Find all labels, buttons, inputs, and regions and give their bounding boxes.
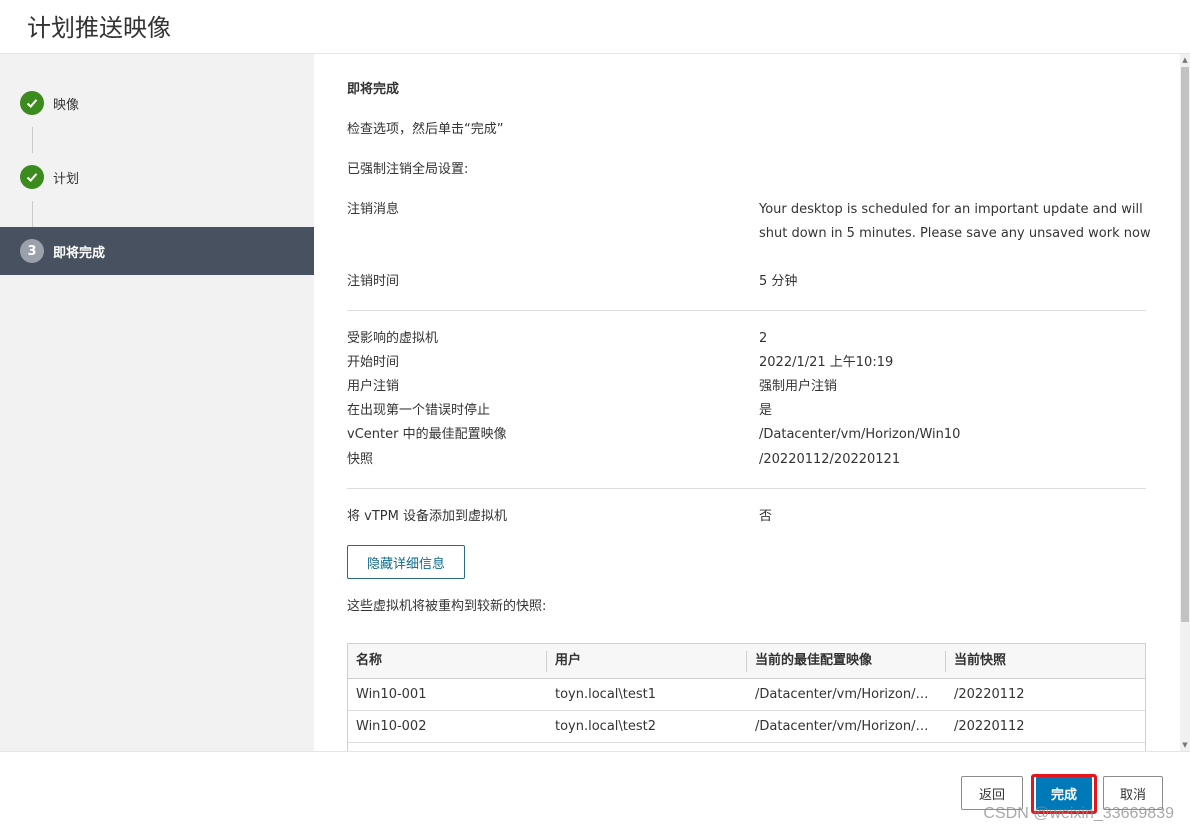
step-complete-check-icon <box>20 165 44 189</box>
stop-on-error-label: 在出现第一个错误时停止 <box>347 403 491 418</box>
snapshot-value: /20220112/20220121 <box>759 452 901 467</box>
cell-name: Win10-001 <box>356 687 427 702</box>
scrollbar-thumb[interactable] <box>1181 67 1189 622</box>
table-header: 名称 用户 当前的最佳配置映像 当前快照 <box>348 644 1145 679</box>
cell-golden-image: /Datacenter/vm/Horizon/Win10 <box>755 719 937 734</box>
dialog-footer: 返回 完成 取消 CSDN @weixin_33669839 <box>0 751 1190 831</box>
column-header-golden-image[interactable]: 当前的最佳配置映像 <box>747 644 946 679</box>
logoff-time-label: 注销时间 <box>347 274 400 289</box>
logoff-message-value: Your desktop is scheduled for an importa… <box>759 202 1151 241</box>
step-label: 计划 <box>53 172 80 187</box>
step-image[interactable]: 映像 <box>0 79 314 127</box>
cell-snapshot: /20220112 <box>954 719 1025 734</box>
section-heading: 即将完成 <box>347 82 400 97</box>
cell-user: toyn.local\test1 <box>555 687 657 702</box>
step-connector <box>32 127 33 153</box>
scroll-up-arrow-icon[interactable]: ▲ <box>1180 54 1190 66</box>
dialog-title: 计划推送映像 <box>27 14 171 42</box>
wizard-steps: 映像 计划 3 即将完成 <box>0 54 314 751</box>
cell-snapshot: /20220112 <box>954 687 1025 702</box>
column-header-name[interactable]: 名称 <box>348 644 547 679</box>
divider <box>347 310 1146 311</box>
stop-on-error-value: 是 <box>759 403 773 418</box>
instruction-text: 检查选项，然后单击“完成” <box>347 122 504 137</box>
snapshot-label: 快照 <box>347 452 374 467</box>
hide-details-button[interactable]: 隐藏详细信息 <box>347 545 465 579</box>
user-logoff-value: 强制用户注销 <box>759 379 838 394</box>
table-row[interactable]: Win10-002 toyn.local\test2 /Datacenter/v… <box>348 711 1145 743</box>
table-row[interactable]: Win10-001 toyn.local\test1 /Datacenter/v… <box>348 679 1145 711</box>
step-label: 即将完成 <box>53 246 106 261</box>
vm-table: 名称 用户 当前的最佳配置映像 当前快照 Win10-001 toyn.loca… <box>347 643 1146 751</box>
step-ready-to-complete[interactable]: 3 即将完成 <box>0 227 314 275</box>
golden-image-value: /Datacenter/vm/Horizon/Win10 <box>759 427 961 442</box>
cell-golden-image: /Datacenter/vm/Horizon/Win10 <box>755 687 937 702</box>
step-label: 映像 <box>53 98 80 113</box>
affected-vms-label: 受影响的虚拟机 <box>347 331 439 346</box>
watermark: CSDN @weixin_33669839 <box>983 805 1174 822</box>
vtpm-value: 否 <box>759 509 773 524</box>
cell-name: Win10-002 <box>356 719 427 734</box>
affected-vms-value: 2 <box>759 331 768 346</box>
step-connector <box>32 201 33 227</box>
scroll-down-arrow-icon[interactable]: ▼ <box>1180 739 1190 751</box>
step-complete-check-icon <box>20 91 44 115</box>
rebuild-header: 这些虚拟机将被重构到较新的快照: <box>347 599 547 614</box>
column-header-user[interactable]: 用户 <box>547 644 747 679</box>
user-logoff-label: 用户注销 <box>347 379 400 394</box>
summary-panel: 即将完成 检查选项，然后单击“完成” 已强制注销全局设置: 注销消息 Your … <box>315 54 1180 751</box>
step-schedule[interactable]: 计划 <box>0 153 314 201</box>
divider <box>347 488 1146 489</box>
forced-logoff-header: 已强制注销全局设置: <box>347 162 469 177</box>
logoff-message-label: 注销消息 <box>347 202 400 217</box>
cell-user: toyn.local\test2 <box>555 719 657 734</box>
dialog-header: 计划推送映像 <box>0 0 1190 54</box>
golden-image-label: vCenter 中的最佳配置映像 <box>347 427 507 442</box>
start-time-value: 2022/1/21 上午10:19 <box>759 355 894 370</box>
vtpm-label: 将 vTPM 设备添加到虚拟机 <box>347 509 507 524</box>
step-number: 3 <box>20 239 44 263</box>
vertical-scrollbar[interactable]: ▲ ▼ <box>1180 54 1190 751</box>
logoff-time-value: 5 分钟 <box>759 274 798 289</box>
column-header-snapshot[interactable]: 当前快照 <box>946 644 1145 679</box>
start-time-label: 开始时间 <box>347 355 400 370</box>
